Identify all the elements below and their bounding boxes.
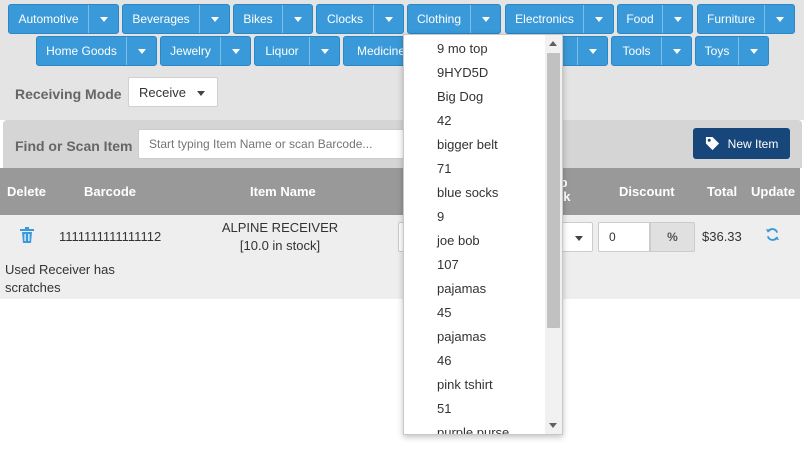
header-total: Total [707, 184, 738, 199]
header-item-name: Item Name [250, 184, 316, 199]
chevron-down-icon[interactable] [199, 5, 229, 33]
category-button-food[interactable]: Food [617, 4, 693, 34]
scrollbar-thumb[interactable] [547, 53, 560, 328]
chevron-down-icon[interactable] [470, 5, 500, 33]
search-input[interactable] [138, 129, 418, 159]
dropdown-option[interactable]: 51 [404, 397, 546, 421]
chevron-down-icon[interactable] [583, 5, 613, 33]
category-label: Jewelry [170, 44, 211, 58]
category-button-bikes[interactable]: Bikes [233, 4, 313, 34]
dropdown-option[interactable]: 71 [404, 157, 546, 181]
category-label: Furniture [706, 12, 756, 26]
header-barcode: Barcode [84, 184, 137, 199]
category-label: Clocks [326, 12, 363, 26]
scroll-up-icon[interactable] [549, 41, 557, 46]
dropdown-option[interactable]: 107 [404, 253, 546, 277]
category-button-toys[interactable]: Toys [695, 36, 769, 66]
receiving-mode-label: Receiving Mode [15, 86, 122, 102]
dropdown-option[interactable]: blue socks [404, 181, 546, 205]
header-discount: Discount [619, 184, 675, 199]
discount-unit-button[interactable]: % [650, 222, 695, 252]
dropdown-option[interactable]: 42 [404, 109, 546, 133]
dropdown-option[interactable]: 9 [404, 205, 546, 229]
tag-icon [705, 136, 719, 151]
category-button-automotive[interactable]: Automotive [8, 4, 119, 34]
dropdown-option[interactable]: pink tshirt [404, 373, 546, 397]
category-label: Bikes [243, 12, 273, 26]
dropdown-option[interactable]: 9HYD5D [404, 61, 546, 85]
category-button-liquor[interactable]: Liquor [254, 36, 340, 66]
category-label: Food [626, 12, 654, 26]
new-item-button[interactable]: New Item [693, 128, 790, 159]
table-header: Delete Barcode Item Name ip ck Discount … [0, 168, 800, 215]
dropdown-option[interactable]: joe bob [404, 229, 546, 253]
dropdown-option[interactable]: pajamas [404, 277, 546, 301]
category-label: Toys [704, 44, 730, 58]
table-row: 1111111111111112 ALPINE RECEIVER [10.0 i… [0, 215, 800, 299]
receiving-mode-value: Receive [139, 84, 186, 100]
category-button-home-goods[interactable]: Home Goods [36, 36, 157, 66]
dropdown-scrollbar[interactable] [545, 35, 562, 434]
dropdown-option[interactable]: pajamas [404, 325, 546, 349]
barcode-value: 1111111111111112 [59, 229, 162, 244]
header-delete: Delete [7, 184, 47, 199]
chevron-down-icon[interactable] [309, 37, 339, 65]
receiving-mode-select[interactable]: Receive [128, 77, 218, 107]
category-button-clothing[interactable]: Clothing [407, 4, 501, 34]
item-name: ALPINE RECEIVER [221, 220, 339, 235]
chevron-down-icon [197, 91, 205, 96]
category-label: Beverages [132, 12, 190, 26]
category-button-beverages[interactable]: Beverages [122, 4, 230, 34]
refresh-icon[interactable] [765, 227, 780, 245]
category-button-tools[interactable]: Tools [611, 36, 692, 66]
category-label: Home Goods [46, 44, 117, 58]
row-total: $36.33 [702, 229, 742, 244]
new-item-label: New Item [727, 136, 779, 151]
header-update: Update [751, 184, 796, 199]
chevron-down-icon[interactable] [126, 37, 156, 65]
chevron-down-icon[interactable] [282, 5, 312, 33]
dropdown-option[interactable]: Big Dog [404, 85, 546, 109]
category-button-jewelry[interactable]: Jewelry [160, 36, 251, 66]
item-dropdown-list[interactable]: 9 mo top 9HYD5D Big Dog 42 bigger belt 7… [403, 34, 563, 435]
category-label: Liquor [265, 44, 299, 58]
chevron-down-icon[interactable] [220, 37, 250, 65]
item-name-cell: ALPINE RECEIVER [10.0 in stock] [200, 219, 360, 255]
item-stock: [10.0 in stock] [239, 238, 321, 253]
dropdown-options: 9 mo top 9HYD5D Big Dog 42 bigger belt 7… [404, 37, 546, 434]
category-button-electronics[interactable]: Electronics [505, 4, 614, 34]
dropdown-option[interactable]: 45 [404, 301, 546, 325]
category-label: Tools [622, 44, 651, 58]
category-label: Clothing [416, 12, 462, 26]
find-label: Find or Scan Item [15, 138, 133, 154]
chevron-down-icon[interactable] [88, 5, 118, 33]
dropdown-option[interactable]: 9 mo top [404, 37, 546, 61]
dropdown-option[interactable]: bigger belt [404, 133, 546, 157]
chevron-down-icon[interactable] [738, 37, 768, 65]
item-note: Used Receiver has scratches [5, 262, 115, 295]
chevron-down-icon[interactable] [764, 5, 794, 33]
scroll-down-icon[interactable] [549, 423, 557, 428]
category-bar: Automotive Beverages Bikes Clocks Clothi… [0, 0, 804, 120]
category-label: Automotive [18, 12, 79, 26]
category-button-furniture[interactable]: Furniture [697, 4, 795, 34]
chevron-down-icon[interactable] [661, 37, 691, 65]
chevron-down-icon[interactable] [577, 37, 607, 65]
dropdown-option[interactable]: purple purse [404, 421, 546, 434]
chevron-down-icon[interactable] [373, 5, 403, 33]
category-label: Electronics [515, 12, 574, 26]
category-button-clocks[interactable]: Clocks [316, 4, 404, 34]
dropdown-option[interactable]: 46 [404, 349, 546, 373]
chevron-down-icon [575, 236, 583, 241]
trash-icon[interactable] [20, 227, 34, 246]
chevron-down-icon[interactable] [662, 5, 692, 33]
discount-input[interactable] [598, 222, 650, 252]
